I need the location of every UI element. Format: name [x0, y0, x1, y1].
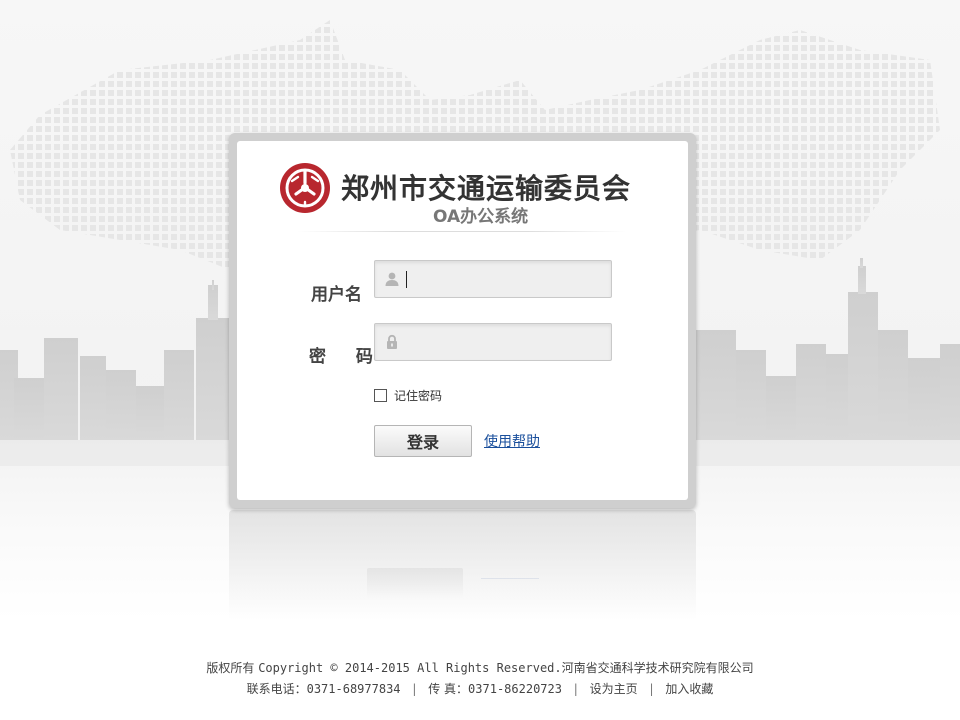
company-name: 河南省交通科学技术研究院有限公司 — [561, 661, 754, 675]
login-panel: 郑州市交通运输委员会 OA办公系统 用户名 密 码 记住密码 登录 使用帮助 — [229, 133, 696, 508]
username-field[interactable] — [374, 260, 612, 298]
remember-label[interactable]: 记住密码 — [394, 387, 442, 404]
system-subtitle: OA办公系统 — [433, 207, 529, 227]
copyright-text: Copyright © 2014-2015 All Rights Reserve… — [258, 661, 562, 675]
copyright-prefix: 版权所有 — [206, 661, 255, 675]
footer-separator: | — [649, 682, 654, 696]
remember-checkbox[interactable] — [374, 389, 387, 402]
organization-name: 郑州市交通运输委员会 — [341, 172, 632, 205]
phone-label: 联系电话： — [246, 682, 307, 696]
help-link-reflection — [481, 578, 539, 591]
footer: 版权所有 Copyright © 2014-2015 All Rights Re… — [0, 658, 960, 700]
phone-number: 0371-68977834 — [306, 682, 401, 696]
set-homepage-link[interactable]: 设为主页 — [590, 682, 638, 696]
login-panel-body: 郑州市交通运输委员会 OA办公系统 用户名 密 码 记住密码 登录 使用帮助 — [237, 141, 688, 500]
fax-number: 0371-86220723 — [468, 682, 562, 696]
password-field[interactable] — [374, 323, 612, 361]
header-divider — [297, 231, 627, 232]
footer-copyright-line: 版权所有 Copyright © 2014-2015 All Rights Re… — [0, 658, 960, 679]
footer-contact-line: 联系电话：0371-68977834 | 传 真：0371-86220723 |… — [0, 679, 960, 700]
logo-emblem-icon — [278, 161, 332, 215]
username-label: 用户名 — [311, 285, 362, 305]
add-favorite-link[interactable]: 加入收藏 — [665, 682, 713, 696]
username-input[interactable] — [405, 267, 605, 291]
fax-label: 传 真： — [428, 682, 469, 696]
user-icon — [384, 271, 400, 287]
footer-separator: | — [573, 682, 578, 696]
login-button[interactable]: 登录 — [374, 425, 472, 457]
text-caret — [406, 271, 407, 288]
login-button-reflection — [367, 568, 463, 598]
lock-icon — [384, 334, 400, 350]
panel-reflection — [229, 510, 696, 620]
help-link[interactable]: 使用帮助 — [484, 431, 540, 451]
password-input[interactable] — [405, 330, 605, 354]
footer-separator: | — [412, 682, 417, 696]
